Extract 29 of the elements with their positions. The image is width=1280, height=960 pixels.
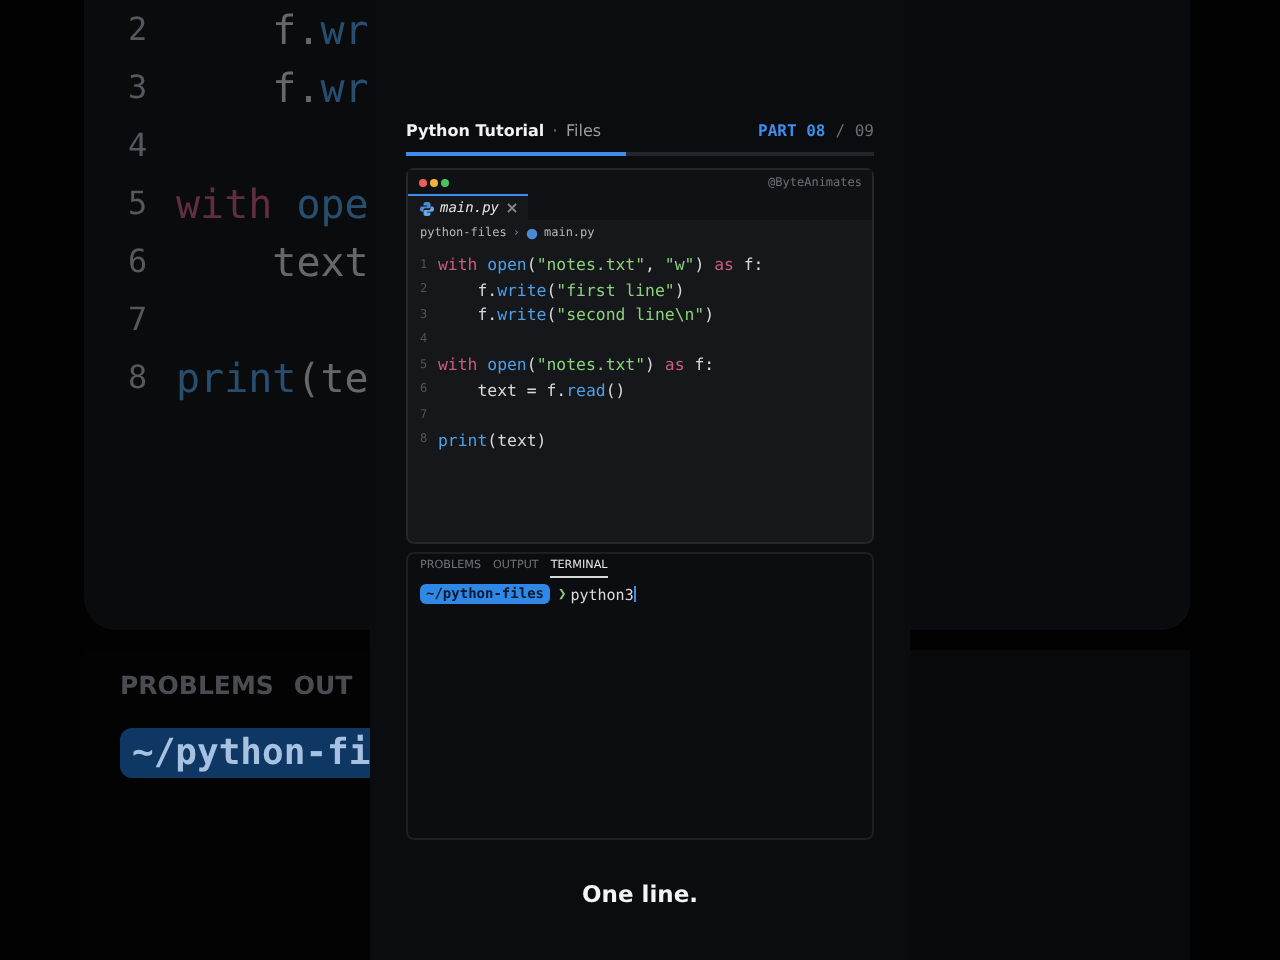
code-line: text = f.read(): [475, 379, 626, 400]
tutorial-subtitle: Files: [565, 122, 602, 140]
tutorial-title: Python Tutorial: [406, 122, 545, 140]
window-controls-icon: [418, 177, 450, 187]
panel-tab-label: PROBLEMS: [120, 670, 274, 700]
caption-text: One line.: [579, 880, 700, 908]
code-line: print(text): [438, 429, 547, 450]
title-separator: ·: [550, 122, 560, 140]
line-number: 2: [128, 10, 150, 48]
code-line: f.wr: [270, 63, 369, 111]
line-number: 4: [128, 126, 150, 164]
part-total: / 09: [835, 122, 874, 140]
line-number: 8: [128, 358, 150, 396]
line-number: 3: [128, 68, 150, 106]
panel-tab-label: OUT: [293, 670, 353, 700]
code-line: print(te: [176, 353, 369, 401]
code-line: with open("notes.txt") as f:: [438, 354, 715, 375]
code-line: with open("notes.txt", "w") as f:: [438, 254, 764, 275]
code-line: f.write("first line"): [475, 279, 685, 300]
code-line: f.wr: [270, 5, 369, 53]
code-line: text: [270, 237, 369, 285]
close-icon[interactable]: [505, 202, 518, 214]
part-label: PART 08: [758, 122, 826, 140]
code-line: with ope: [176, 179, 369, 227]
line-number: 5: [128, 184, 150, 222]
code-line: f.write("second line\n"): [475, 304, 715, 325]
line-number: 6: [128, 242, 150, 280]
line-number: 7: [128, 300, 150, 338]
text-cursor: [633, 586, 636, 602]
